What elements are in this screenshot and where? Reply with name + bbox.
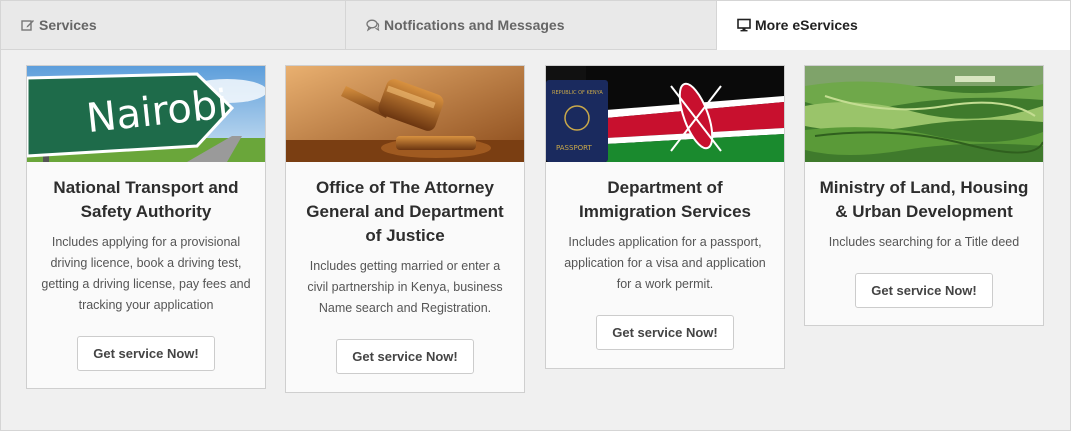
card-title: National Transport and Safety Authority <box>53 178 239 221</box>
tab-label: Services <box>39 17 97 33</box>
svg-text:PASSPORT: PASSPORT <box>556 144 593 152</box>
service-card-attorney-general: Office of The Attorney General and Depar… <box>285 65 525 393</box>
tab-services[interactable]: Services <box>1 1 346 50</box>
service-card-ntsa: Nairobi National Transport and Safety Au… <box>26 65 266 389</box>
service-card-immigration: REPUBLIC OF KENYA PASSPORT Department of… <box>545 65 785 369</box>
card-description: Includes getting married or enter a civi… <box>307 259 503 315</box>
comments-icon <box>366 18 380 32</box>
service-card-land-housing: Ministry of Land, Housing & Urban Develo… <box>804 65 1044 326</box>
svg-text:REPUBLIC OF KENYA: REPUBLIC OF KENYA <box>552 90 603 96</box>
get-service-button-ntsa[interactable]: Get service Now! <box>77 336 215 371</box>
tab-label: Notfications and Messages <box>384 17 565 33</box>
card-title: Office of The Attorney General and Depar… <box>306 178 504 245</box>
desktop-icon <box>737 18 751 32</box>
card-image-passport-flag: REPUBLIC OF KENYA PASSPORT <box>546 66 784 162</box>
card-description: Includes applying for a provisional driv… <box>41 235 251 312</box>
card-description: Includes application for a passport, app… <box>564 235 766 291</box>
card-description: Includes searching for a Title deed <box>828 235 1020 249</box>
card-title: Department of Immigration Services <box>579 178 751 221</box>
get-service-button-attorney-general[interactable]: Get service Now! <box>336 339 474 374</box>
edit-icon <box>21 18 35 32</box>
card-title: Ministry of Land, Housing & Urban Develo… <box>819 178 1029 221</box>
tab-more-eservices[interactable]: More eServices <box>717 1 1070 50</box>
card-image-farmland <box>805 66 1043 162</box>
get-service-button-land-housing[interactable]: Get service Now! <box>855 273 993 308</box>
tab-notifications[interactable]: Notfications and Messages <box>346 1 717 50</box>
get-service-button-immigration[interactable]: Get service Now! <box>596 315 734 350</box>
card-image-gavel <box>286 66 524 162</box>
eservices-panel: Services Notfications and Messages More … <box>0 0 1071 431</box>
tab-label: More eServices <box>755 17 858 33</box>
card-image-road-sign: Nairobi <box>27 66 265 162</box>
tab-bar: Services Notfications and Messages More … <box>1 1 1070 50</box>
